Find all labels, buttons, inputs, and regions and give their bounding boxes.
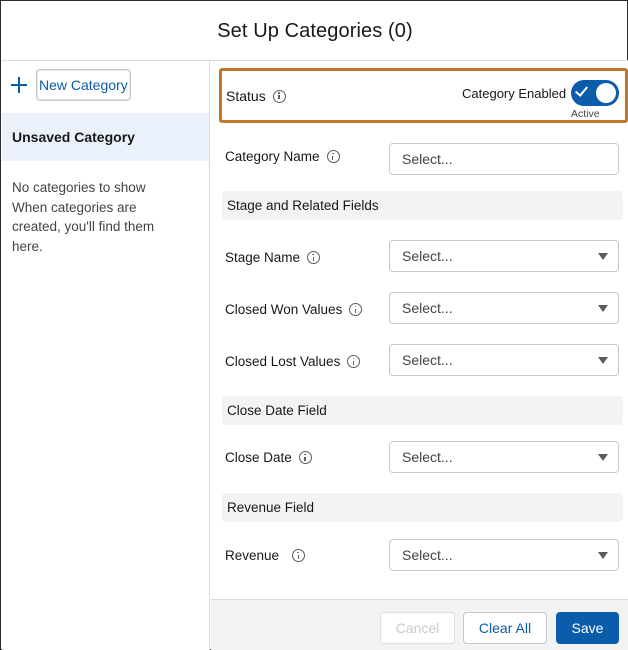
info-icon[interactable] — [292, 549, 306, 562]
info-icon[interactable] — [347, 355, 361, 368]
modal-frame: Set Up Categories (0) New Category Unsav… — [0, 0, 628, 650]
chevron-down-icon — [598, 253, 608, 260]
save-button[interactable]: Save — [556, 612, 619, 644]
category-name-label: Category Name — [225, 149, 340, 164]
sidebar-item-unsaved-category[interactable]: Unsaved Category — [2, 113, 209, 161]
chevron-down-icon — [598, 454, 608, 461]
field-label-text: Close Date — [225, 450, 292, 465]
stage-name-label: Stage Name — [225, 250, 321, 265]
empty-state-title: No categories to show — [12, 180, 146, 195]
info-icon[interactable] — [349, 303, 363, 316]
select-placeholder: Select... — [402, 547, 453, 563]
clear-all-button[interactable]: Clear All — [463, 612, 547, 644]
empty-state-description: When categories are created, you'll find… — [12, 199, 155, 254]
modal-footer: Cancel Clear All Save — [211, 599, 628, 650]
chevron-down-icon — [598, 357, 608, 364]
check-icon — [574, 83, 589, 97]
page-title: Set Up Categories (0) — [217, 19, 413, 42]
sidebar-item-label: Unsaved Category — [12, 129, 135, 145]
field-label-text: Closed Won Values — [225, 302, 343, 317]
info-icon[interactable] — [272, 89, 286, 103]
toggle-knob — [596, 83, 616, 103]
new-category-button[interactable]: New Category — [36, 69, 131, 101]
revenue-label: Revenue — [225, 548, 306, 563]
section-header-stage: Stage and Related Fields — [222, 191, 623, 220]
closed-won-select[interactable]: Select... — [389, 292, 619, 324]
category-sidebar: New Category Unsaved Category No categor… — [2, 61, 210, 650]
modal-header: Set Up Categories (0) — [2, 2, 628, 61]
category-enabled-label: Category Enabled — [462, 86, 567, 101]
stage-name-select[interactable]: Select... — [389, 240, 619, 272]
closed-lost-select[interactable]: Select... — [389, 344, 619, 376]
field-label-text: Stage Name — [225, 250, 301, 265]
info-icon[interactable] — [307, 251, 321, 264]
field-label-text: Category Name — [225, 149, 320, 164]
info-icon[interactable] — [298, 451, 312, 464]
revenue-select[interactable]: Select... — [389, 539, 619, 571]
new-category-row: New Category — [10, 69, 131, 101]
chevron-down-icon — [598, 305, 608, 312]
plus-icon[interactable] — [10, 76, 28, 94]
status-label: Status — [226, 88, 286, 104]
select-placeholder: Select... — [402, 300, 453, 316]
input-placeholder: Select... — [402, 151, 453, 167]
empty-state-message: No categories to show When categories ar… — [12, 178, 172, 256]
field-label-text: Closed Lost Values — [225, 354, 341, 369]
select-placeholder: Select... — [402, 352, 453, 368]
info-icon[interactable] — [326, 150, 340, 163]
field-label-text: Revenue — [225, 548, 280, 563]
section-header-close-date: Close Date Field — [222, 396, 623, 425]
close-date-label: Close Date — [225, 450, 312, 465]
cancel-button[interactable]: Cancel — [380, 612, 455, 644]
select-placeholder: Select... — [402, 248, 453, 264]
status-row: Status Category Enabled Active — [219, 68, 628, 123]
select-placeholder: Select... — [402, 449, 453, 465]
toggle-state-label: Active — [571, 108, 600, 120]
category-form: Status Category Enabled Active Category … — [211, 61, 628, 650]
close-date-select[interactable]: Select... — [389, 441, 619, 473]
section-header-revenue: Revenue Field — [222, 493, 623, 522]
closed-won-label: Closed Won Values — [225, 302, 363, 317]
chevron-down-icon — [598, 552, 608, 559]
closed-lost-label: Closed Lost Values — [225, 354, 361, 369]
status-label-text: Status — [226, 88, 266, 104]
category-name-input[interactable]: Select... — [389, 143, 619, 175]
category-enabled-toggle[interactable] — [571, 80, 619, 106]
